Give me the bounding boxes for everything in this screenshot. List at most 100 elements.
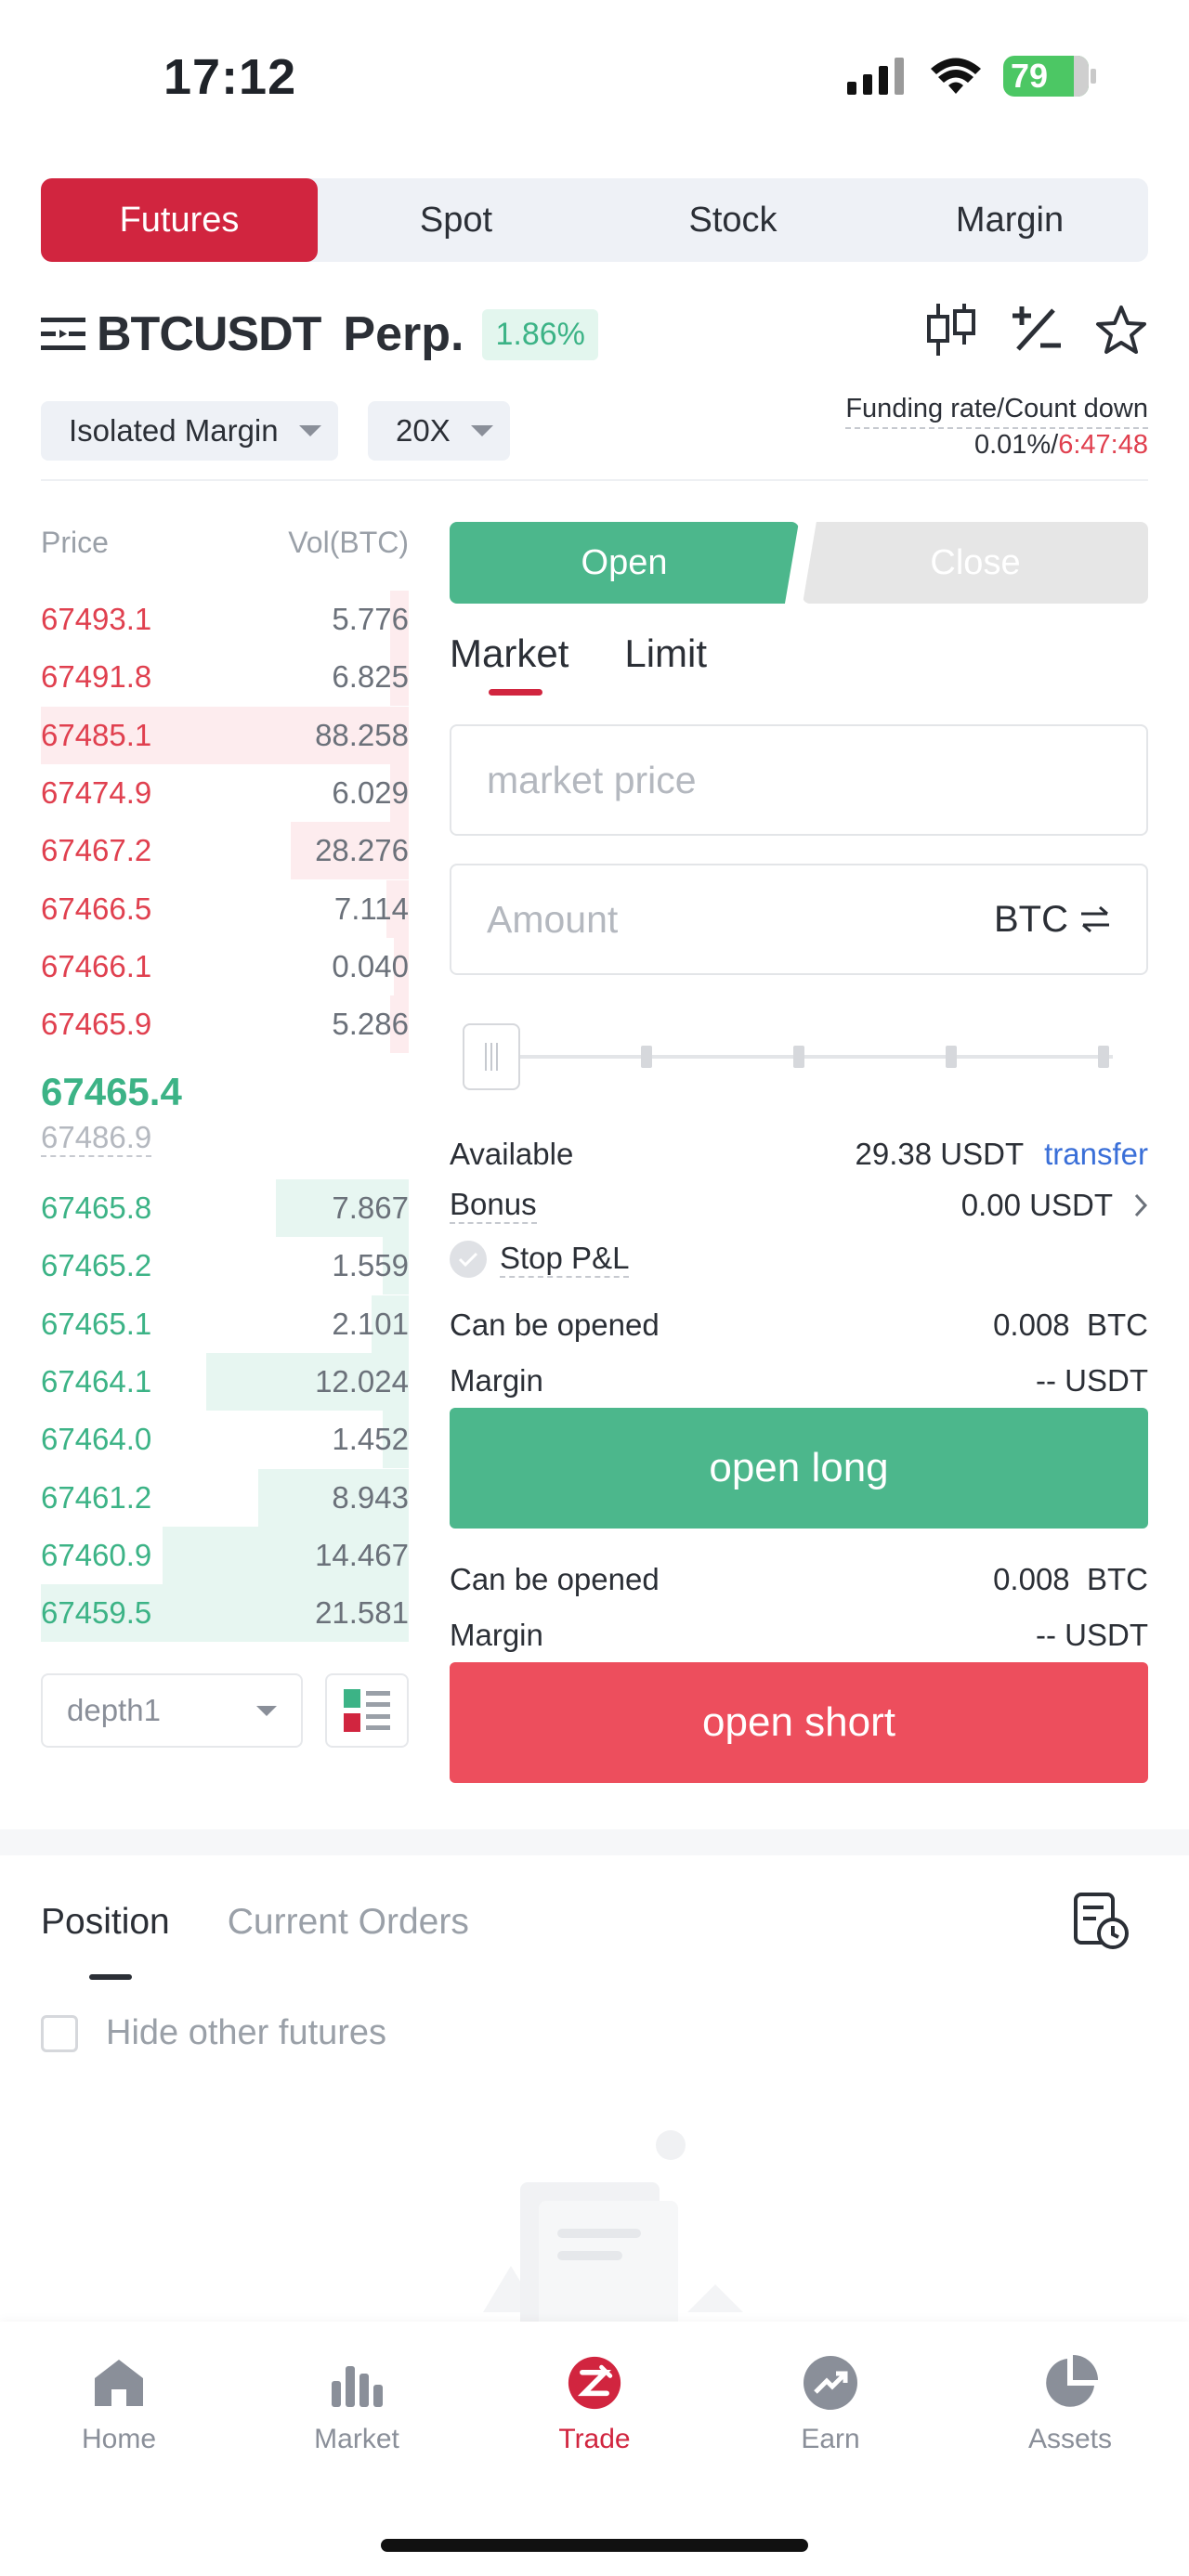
open-short-button[interactable]: open short — [450, 1662, 1148, 1783]
ask-price: 67491.8 — [41, 659, 152, 695]
last-price[interactable]: 67465.4 — [41, 1070, 182, 1114]
tab-position[interactable]: Position — [41, 1902, 170, 1980]
tab-stock[interactable]: Stock — [594, 178, 871, 262]
can-open-label: Can be opened — [450, 1308, 660, 1342]
trade-icon — [567, 2355, 622, 2411]
ask-row[interactable]: 67466.1 0.040 — [41, 937, 409, 995]
tab-close[interactable]: Close — [803, 522, 1148, 604]
short-margin-row: Margin -- USDT — [450, 1618, 1148, 1653]
empty-state-illustration — [483, 2130, 743, 2331]
bid-row[interactable]: 67461.2 8.943 — [41, 1468, 409, 1527]
section-divider — [0, 1829, 1189, 1855]
margin-label: Margin — [450, 1363, 543, 1398]
amount-input[interactable]: Amount BTC — [450, 864, 1148, 975]
bid-row[interactable]: 67464.0 1.452 — [41, 1411, 409, 1469]
nav-market[interactable]: Market — [273, 2355, 440, 2455]
tab-limit[interactable]: Limit — [624, 631, 707, 676]
swap-icon — [1081, 905, 1109, 933]
hide-other-checkbox[interactable] — [41, 2014, 78, 2052]
ask-price: 67493.1 — [41, 602, 152, 636]
bid-volume: 8.943 — [332, 1479, 409, 1515]
hide-other-futures[interactable]: Hide other futures — [41, 2013, 386, 2053]
bid-row[interactable]: 67465.1 2.101 — [41, 1295, 409, 1353]
amount-unit-switch[interactable]: BTC — [994, 899, 1111, 941]
nav-assets[interactable]: Assets — [986, 2355, 1154, 2455]
candlestick-chart-icon[interactable] — [925, 302, 977, 358]
ask-volume: 7.114 — [333, 891, 409, 926]
depth-select[interactable]: depth1 — [41, 1673, 303, 1748]
nav-trade[interactable]: Trade — [511, 2355, 678, 2455]
price-placeholder: market price — [487, 758, 697, 801]
pair-symbol[interactable]: BTCUSDT — [97, 306, 321, 362]
favorite-star-icon[interactable] — [1094, 304, 1148, 356]
long-margin-row: Margin -- USDT — [450, 1363, 1148, 1399]
open-long-button[interactable]: open long — [450, 1408, 1148, 1529]
bid-volume: 7.867 — [332, 1190, 409, 1225]
order-type-tabs: Market Limit — [450, 631, 707, 696]
battery-level: 79 — [1011, 57, 1049, 95]
ask-row[interactable]: 67466.5 7.114 — [41, 879, 409, 938]
ask-price: 67466.5 — [41, 891, 152, 926]
status-bar: 17:12 79 — [0, 0, 1189, 158]
funding-label: Funding rate/Count down — [845, 394, 1148, 429]
funding-rate: 0.01%/ — [973, 430, 1059, 460]
price-input[interactable]: market price — [450, 724, 1148, 836]
ask-row[interactable]: 67491.8 6.825 — [41, 648, 409, 707]
market-icon — [329, 2355, 385, 2411]
nav-market-label: Market — [314, 2424, 399, 2454]
stop-pl-row[interactable]: Stop P&L — [450, 1241, 1148, 1278]
stop-pl-checkbox[interactable] — [450, 1241, 487, 1278]
leverage-select[interactable]: 20X — [368, 401, 510, 461]
nav-home[interactable]: Home — [35, 2355, 203, 2455]
tab-spot[interactable]: Spot — [318, 178, 594, 262]
bid-row[interactable]: 67464.1 12.024 — [41, 1352, 409, 1411]
tab-margin[interactable]: Margin — [871, 178, 1148, 262]
bid-row[interactable]: 67465.8 7.867 — [41, 1179, 409, 1237]
slider-handle[interactable] — [463, 1023, 520, 1090]
bonus-row[interactable]: Bonus 0.00 USDT — [450, 1187, 1148, 1224]
slider-tick — [946, 1046, 957, 1068]
slider-tick — [793, 1046, 804, 1068]
tab-current-orders[interactable]: Current Orders — [228, 1902, 469, 1943]
ask-row[interactable]: 67493.1 5.776 — [41, 591, 409, 648]
price-header: Price — [41, 526, 109, 559]
tab-futures[interactable]: Futures — [41, 178, 318, 262]
can-open-value: 0.008 BTC — [993, 1562, 1148, 1596]
funding-info[interactable]: Funding rate/Count down 0.01%/6:47:48 — [845, 394, 1148, 461]
ask-price: 67485.1 — [41, 717, 152, 752]
bid-row[interactable]: 67459.5 21.581 — [41, 1584, 409, 1643]
divider — [41, 479, 1148, 481]
status-time: 17:12 — [163, 49, 297, 105]
pair-type: Perp. — [343, 307, 464, 361]
bid-price: 67464.0 — [41, 1422, 152, 1457]
mode-tabs: Futures Spot Stock Margin — [41, 178, 1148, 262]
nav-home-label: Home — [81, 2424, 157, 2454]
available-label: Available — [450, 1137, 574, 1171]
tab-market[interactable]: Market — [450, 631, 568, 696]
ask-row[interactable]: 67465.9 5.286 — [41, 995, 409, 1054]
nav-earn-label: Earn — [801, 2424, 860, 2454]
mark-price: 67486.9 — [41, 1120, 152, 1157]
amount-slider[interactable] — [463, 1020, 1113, 1094]
check-icon — [458, 1252, 478, 1268]
transfer-link[interactable]: transfer — [1044, 1137, 1148, 1172]
calculator-icon[interactable] — [1009, 303, 1063, 357]
orderbook-layout-button[interactable] — [325, 1673, 409, 1748]
short-can-open-row: Can be opened 0.008 BTC — [450, 1562, 1148, 1597]
bid-price: 67459.5 — [41, 1595, 152, 1631]
ask-row[interactable]: 67467.2 28.276 — [41, 822, 409, 880]
nav-earn[interactable]: Earn — [747, 2355, 914, 2455]
ask-row[interactable]: 67474.9 6.029 — [41, 763, 409, 822]
amount-unit: BTC — [994, 898, 1068, 940]
bid-row[interactable]: 67460.9 14.467 — [41, 1526, 409, 1584]
tab-open[interactable]: Open — [450, 522, 799, 604]
margin-mode-select[interactable]: Isolated Margin — [41, 401, 338, 461]
can-open-label: Can be opened — [450, 1562, 660, 1596]
order-history-icon[interactable] — [1072, 1891, 1131, 1952]
ask-row[interactable]: 67485.1 88.258 — [41, 706, 409, 764]
pair-list-icon[interactable] — [41, 316, 85, 353]
position-tabs: Position Current Orders — [41, 1902, 469, 1980]
bid-row[interactable]: 67465.2 1.559 — [41, 1237, 409, 1295]
can-open-value: 0.008 BTC — [993, 1308, 1148, 1342]
bid-volume: 1.559 — [332, 1248, 409, 1283]
